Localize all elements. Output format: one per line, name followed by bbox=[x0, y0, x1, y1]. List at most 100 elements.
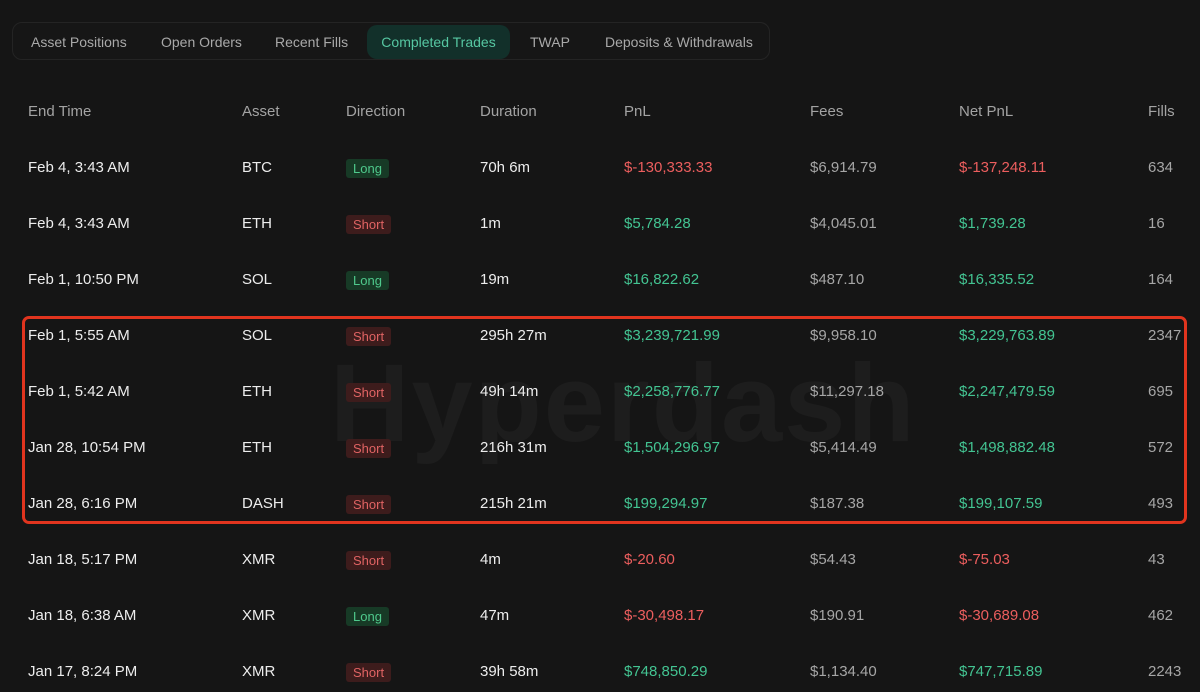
table-row[interactable]: Jan 28, 6:16 PM DASH Short 215h 21m $199,294… bbox=[0, 476, 1200, 532]
pnl-cell: $-20.60 bbox=[624, 551, 675, 568]
end-time-cell: Jan 28, 6:16 PM bbox=[28, 495, 138, 512]
asset-cell[interactable]: ETH bbox=[242, 420, 272, 476]
direction-cell: Long bbox=[346, 588, 389, 644]
column-header-pnl[interactable]: PnL bbox=[624, 84, 651, 140]
table-row[interactable]: Jan 17, 8:24 PM XMR Short 39h 58m $748,850.2… bbox=[0, 644, 1200, 692]
net-pnl-cell: $2,247,479.59 bbox=[959, 383, 1055, 400]
asset-cell[interactable]: ETH bbox=[242, 364, 272, 420]
asset-cell[interactable]: BTC bbox=[242, 140, 272, 196]
end-time-cell: Jan 18, 6:38 AM bbox=[28, 607, 137, 624]
asset-cell[interactable]: SOL bbox=[242, 252, 272, 308]
end-time-cell: Feb 4, 3:43 AM bbox=[28, 215, 130, 232]
table-row[interactable]: Jan 28, 10:54 PM ETH Short 216h 31m $1,504,2… bbox=[0, 420, 1200, 476]
pnl-cell: $-30,498.17 bbox=[624, 607, 705, 624]
column-header-direction[interactable]: Direction bbox=[346, 84, 405, 140]
asset-cell[interactable]: XMR bbox=[242, 588, 275, 644]
direction-badge: Short bbox=[346, 438, 392, 458]
direction-badge: Short bbox=[346, 662, 392, 682]
fees-cell: $54.43 bbox=[810, 551, 856, 568]
end-time-cell: Feb 4, 3:43 AM bbox=[28, 159, 130, 176]
pnl-cell: $199,294.97 bbox=[624, 495, 708, 512]
end-time-cell: Feb 1, 10:50 PM bbox=[28, 271, 139, 288]
table-row[interactable]: Jan 18, 6:38 AM XMR Long 47m $-30,498.17 $190… bbox=[0, 588, 1200, 644]
fees-cell: $5,414.49 bbox=[810, 439, 877, 456]
asset-cell[interactable]: XMR bbox=[242, 532, 275, 588]
fills-cell: 493 bbox=[1148, 495, 1174, 512]
fees-cell: $9,958.10 bbox=[810, 327, 877, 344]
direction-cell: Short bbox=[346, 308, 392, 364]
direction-cell: Short bbox=[346, 532, 392, 588]
fills-cell: 462 bbox=[1148, 607, 1174, 624]
table-row[interactable]: Jan 18, 5:17 PM XMR Short 4m $-20.60 $54.43 $-… bbox=[0, 532, 1200, 588]
net-pnl-cell: $199,107.59 bbox=[959, 495, 1043, 512]
net-pnl-cell: $16,335.52 bbox=[959, 271, 1035, 288]
end-time-cell: Jan 28, 10:54 PM bbox=[28, 439, 146, 456]
column-header-end-time[interactable]: End Time bbox=[28, 84, 91, 140]
column-header-fills[interactable]: Fills bbox=[1148, 84, 1175, 140]
tab-open-orders[interactable]: Open Orders bbox=[161, 25, 242, 59]
pnl-cell: $1,504,296.97 bbox=[624, 439, 720, 456]
fills-cell: 634 bbox=[1148, 159, 1174, 176]
pnl-cell: $3,239,721.99 bbox=[624, 327, 720, 344]
direction-badge: Short bbox=[346, 494, 392, 514]
direction-badge: Long bbox=[346, 270, 389, 290]
fills-cell: 2347 bbox=[1148, 327, 1182, 344]
direction-cell: Long bbox=[346, 252, 389, 308]
net-pnl-cell: $1,498,882.48 bbox=[959, 439, 1055, 456]
column-header-duration[interactable]: Duration bbox=[480, 84, 537, 140]
fills-cell: 43 bbox=[1148, 551, 1165, 568]
duration-cell: 4m bbox=[480, 551, 501, 568]
pnl-cell: $16,822.62 bbox=[624, 271, 700, 288]
tab-twap[interactable]: TWAP bbox=[530, 25, 570, 59]
direction-badge: Short bbox=[346, 326, 392, 346]
asset-cell[interactable]: XMR bbox=[242, 644, 275, 692]
duration-cell: 1m bbox=[480, 215, 501, 232]
table-row[interactable]: Feb 1, 5:55 AM SOL Short 295h 27m $3,239,721… bbox=[0, 308, 1200, 364]
pnl-cell: $5,784.28 bbox=[624, 215, 691, 232]
duration-cell: 39h 58m bbox=[480, 663, 539, 680]
asset-cell[interactable]: ETH bbox=[242, 196, 272, 252]
direction-cell: Short bbox=[346, 196, 392, 252]
direction-badge: Short bbox=[346, 550, 392, 570]
net-pnl-cell: $747,715.89 bbox=[959, 663, 1043, 680]
column-header-net-pnl[interactable]: Net PnL bbox=[959, 84, 1013, 140]
direction-cell: Short bbox=[346, 476, 392, 532]
net-pnl-cell: $-75.03 bbox=[959, 551, 1010, 568]
end-time-cell: Jan 17, 8:24 PM bbox=[28, 663, 138, 680]
direction-cell: Short bbox=[346, 644, 392, 692]
duration-cell: 216h 31m bbox=[480, 439, 547, 456]
table-row[interactable]: Feb 4, 3:43 AM BTC Long 70h 6m $-130,333.33 $… bbox=[0, 140, 1200, 196]
tab-deposits-withdrawals[interactable]: Deposits & Withdrawals bbox=[605, 25, 753, 59]
end-time-cell: Feb 1, 5:42 AM bbox=[28, 383, 130, 400]
table-header: End Time Asset Direction Duration PnL Fe… bbox=[0, 84, 1200, 140]
column-header-fees[interactable]: Fees bbox=[810, 84, 843, 140]
completed-trades-page: Hyperdash Asset Positions Open Orders Re… bbox=[0, 0, 1200, 692]
net-pnl-cell: $3,229,763.89 bbox=[959, 327, 1055, 344]
fills-cell: 16 bbox=[1148, 215, 1165, 232]
fills-cell: 164 bbox=[1148, 271, 1174, 288]
direction-cell: Short bbox=[346, 364, 392, 420]
fees-cell: $6,914.79 bbox=[810, 159, 877, 176]
asset-cell[interactable]: SOL bbox=[242, 308, 272, 364]
end-time-cell: Jan 18, 5:17 PM bbox=[28, 551, 138, 568]
tab-recent-fills[interactable]: Recent Fills bbox=[275, 25, 348, 59]
column-header-asset[interactable]: Asset bbox=[242, 84, 280, 140]
net-pnl-cell: $-137,248.11 bbox=[959, 159, 1047, 176]
tab-completed-trades[interactable]: Completed Trades bbox=[367, 25, 510, 59]
duration-cell: 47m bbox=[480, 607, 510, 624]
direction-badge: Long bbox=[346, 158, 389, 178]
tab-asset-positions[interactable]: Asset Positions bbox=[31, 25, 127, 59]
pnl-cell: $748,850.29 bbox=[624, 663, 708, 680]
fills-cell: 695 bbox=[1148, 383, 1174, 400]
table-row[interactable]: Feb 1, 5:42 AM ETH Short 49h 14m $2,258,776.… bbox=[0, 364, 1200, 420]
fees-cell: $487.10 bbox=[810, 271, 865, 288]
direction-cell: Short bbox=[346, 420, 392, 476]
duration-cell: 215h 21m bbox=[480, 495, 547, 512]
asset-cell[interactable]: DASH bbox=[242, 476, 284, 532]
fees-cell: $4,045.01 bbox=[810, 215, 877, 232]
pnl-cell: $2,258,776.77 bbox=[624, 383, 720, 400]
table-row[interactable]: Feb 4, 3:43 AM ETH Short 1m $5,784.28 $4,045.… bbox=[0, 196, 1200, 252]
duration-cell: 295h 27m bbox=[480, 327, 547, 344]
table-row[interactable]: Feb 1, 10:50 PM SOL Long 19m $16,822.62 $487.… bbox=[0, 252, 1200, 308]
tab-bar: Asset Positions Open Orders Recent Fills… bbox=[12, 22, 770, 60]
